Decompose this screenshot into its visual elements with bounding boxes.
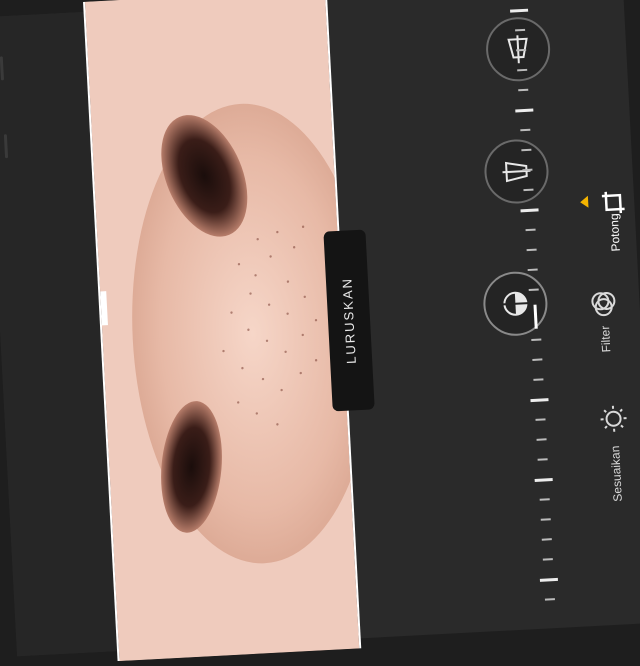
ruler-tick xyxy=(542,538,552,541)
ruler-tick xyxy=(540,498,550,501)
nose-photo xyxy=(85,0,359,661)
ruler-major-tick xyxy=(510,9,528,13)
tab-sesuaikan[interactable]: Sesuaikan xyxy=(585,403,640,482)
active-tab-indicator xyxy=(580,196,589,208)
ruler-tick xyxy=(541,518,551,521)
ruler-tick xyxy=(520,129,530,132)
ruler-tick xyxy=(516,49,526,52)
ruler-tick xyxy=(517,69,527,72)
filter-circles-icon xyxy=(589,289,618,318)
ruler-tick xyxy=(518,89,528,92)
ruler-tick xyxy=(538,458,548,461)
tab-label: Potong xyxy=(607,213,623,252)
ruler-tick xyxy=(523,189,533,192)
tab-label: Filter xyxy=(598,325,613,352)
photo-editor: LURUSKAN xyxy=(0,0,640,656)
ruler-tick xyxy=(545,598,555,601)
ruler-major-tick xyxy=(530,398,548,402)
ruler-tick xyxy=(531,338,541,341)
ruler-tick xyxy=(521,149,531,152)
straighten-label: LURUSKAN xyxy=(339,277,359,364)
adjust-dial-icon xyxy=(599,404,628,433)
ruler-major-tick xyxy=(515,109,533,113)
straighten-label-badge: LURUSKAN xyxy=(323,230,374,412)
tab-filter[interactable]: Filter xyxy=(589,289,620,346)
ruler-tick xyxy=(543,558,553,561)
ruler-tick xyxy=(529,289,539,292)
ruler-tick xyxy=(527,249,537,252)
ruler-tick xyxy=(522,169,532,172)
photo-canvas[interactable] xyxy=(83,0,361,661)
ruler-tick xyxy=(526,229,536,232)
ruler-tick xyxy=(533,378,543,381)
ruler-current-indicator xyxy=(533,305,537,329)
ruler-tick xyxy=(515,29,525,32)
rail-tick xyxy=(0,56,4,80)
rail-tick xyxy=(4,134,8,158)
ruler-tick xyxy=(535,418,545,421)
ruler-major-tick xyxy=(540,578,558,582)
ruler-tick xyxy=(532,358,542,361)
ruler-major-tick xyxy=(520,208,538,212)
tab-label: Sesuaikan xyxy=(608,445,625,502)
crop-rotate-icon xyxy=(600,189,627,216)
ruler-major-tick xyxy=(535,478,553,482)
ruler-tick xyxy=(537,438,547,441)
tab-potong[interactable]: Potong xyxy=(594,189,635,241)
ruler-tick xyxy=(528,269,538,272)
